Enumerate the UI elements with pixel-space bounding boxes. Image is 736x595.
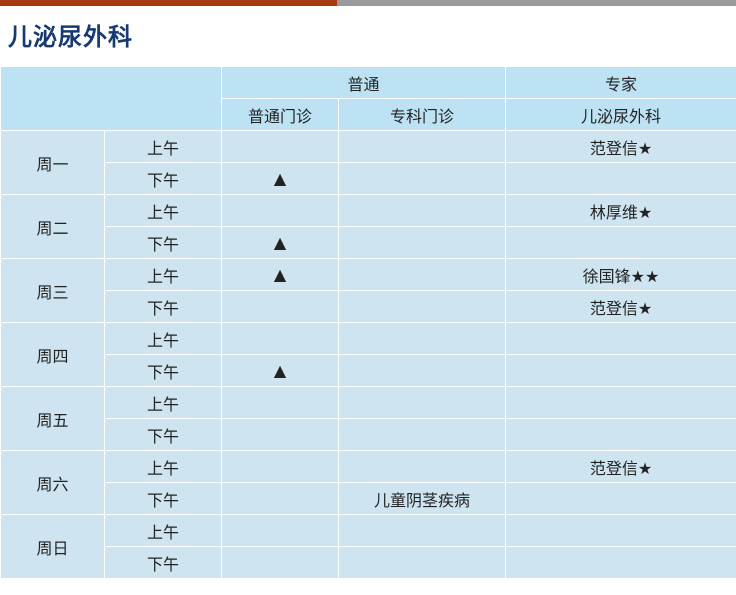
general-clinic-cell: ▲ [221,354,339,387]
expert-cell [505,514,736,547]
special-clinic-cell [337,130,507,163]
expert-cell [505,386,736,419]
period-cell: 下午 [104,546,222,579]
table-row: 下午 ▲ [1,162,736,195]
general-clinic-cell [221,482,339,515]
table-row: 周六 上午 范登信★ [0,450,736,515]
table-row: 周五 上午 [0,386,736,451]
table-row: 下午 范登信★ [1,290,736,323]
table-row: 下午 [1,546,736,579]
header-group-expert: 专家 [505,66,736,99]
general-clinic-cell [221,386,339,419]
day-cell: 周二 [0,194,105,259]
expert-cell: 范登信★ [505,450,736,483]
day-cell: 周五 [0,386,105,451]
special-clinic-cell: 儿童阴茎疾病 [337,482,507,515]
general-clinic-cell [221,418,339,451]
period-cell: 上午 [104,386,222,419]
expert-cell [505,162,736,195]
table-row: 下午 [1,418,736,451]
header-general-clinic: 普通门诊 [221,98,339,131]
header-special-clinic: 专科门诊 [337,98,507,131]
special-clinic-cell [337,258,507,291]
general-clinic-cell [221,194,339,227]
period-cell: 下午 [104,354,222,387]
table-row: 周三 上午 ▲ 徐国锋★★ [0,258,736,323]
day-cell: 周一 [0,130,105,195]
period-cell: 上午 [104,322,222,355]
special-clinic-cell [337,194,507,227]
special-clinic-cell [337,322,507,355]
table-row: 下午 ▲ [1,354,736,387]
general-clinic-cell [221,290,339,323]
header-row-groups: 普通 专家 [0,66,736,131]
general-clinic-cell: ▲ [221,162,339,195]
table-row: 周一 上午 范登信★ [0,130,736,195]
period-cell: 下午 [104,290,222,323]
general-clinic-cell [221,546,339,579]
special-clinic-cell [337,386,507,419]
general-clinic-cell [221,322,339,355]
general-clinic-cell [221,130,339,163]
day-cell: 周六 [0,450,105,515]
day-cell: 周日 [0,514,105,579]
day-cell: 周四 [0,322,105,387]
schedule-body: 周一 上午 范登信★ 下午 ▲ 周二 上午 林厚维★ 下午 ▲ 周三 上午 ▲ … [0,130,736,579]
page-title: 儿泌尿外科 [8,23,133,51]
expert-cell: 范登信★ [505,290,736,323]
expert-cell: 林厚维★ [505,194,736,227]
special-clinic-cell [337,226,507,259]
general-clinic-cell: ▲ [221,258,339,291]
special-clinic-cell [337,162,507,195]
expert-cell: 范登信★ [505,130,736,163]
table-row: 周日 上午 [0,514,736,579]
expert-cell [505,226,736,259]
expert-cell [505,354,736,387]
header-blank-cell [0,66,222,131]
expert-cell [505,418,736,451]
special-clinic-cell [337,418,507,451]
general-clinic-cell: ▲ [221,226,339,259]
period-cell: 下午 [104,162,222,195]
table-row: 下午 儿童阴茎疾病 [1,482,736,515]
period-cell: 下午 [104,482,222,515]
expert-cell: 徐国锋★★ [505,258,736,291]
clinic-schedule-table: 普通 专家 普通门诊 专科门诊 儿泌尿外科 周一 上午 范登信★ 下午 ▲ 周二… [0,66,736,579]
period-cell: 上午 [104,258,222,291]
period-cell: 上午 [104,130,222,163]
table-row: 周二 上午 林厚维★ [0,194,736,259]
special-clinic-cell [337,354,507,387]
period-cell: 上午 [104,450,222,483]
day-cell: 周三 [0,258,105,323]
expert-cell [505,322,736,355]
expert-cell [505,482,736,515]
table-row: 下午 ▲ [1,226,736,259]
period-cell: 下午 [104,226,222,259]
general-clinic-cell [221,450,339,483]
period-cell: 上午 [104,514,222,547]
header-group-general: 普通 [220,66,507,99]
period-cell: 下午 [104,418,222,451]
special-clinic-cell [337,514,507,547]
expert-cell [505,546,736,579]
header-expert-dept: 儿泌尿外科 [505,98,736,131]
special-clinic-cell [337,290,507,323]
top-accent-bar [0,0,337,6]
special-clinic-cell [337,546,507,579]
general-clinic-cell [221,514,339,547]
special-clinic-cell [337,450,507,483]
period-cell: 上午 [104,194,222,227]
table-row: 周四 上午 [0,322,736,387]
